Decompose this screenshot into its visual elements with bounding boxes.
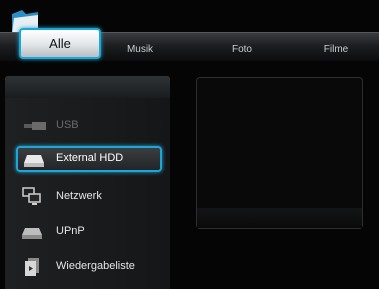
source-item-upnp[interactable]: UPnP [16, 219, 162, 245]
tab-musik[interactable]: Musik [114, 40, 166, 60]
source-item-label: Netzwerk [56, 190, 102, 202]
source-item-label: External HDD [56, 152, 124, 164]
source-list-header [5, 76, 170, 98]
source-item-label: Wiedergabeliste [56, 260, 135, 272]
preview-panel [196, 77, 363, 229]
source-item-wiedergabeliste[interactable]: Wiedergabeliste [16, 254, 162, 280]
usb-icon [24, 122, 46, 130]
source-item-usb[interactable]: USB [16, 113, 162, 139]
source-item-netzwerk[interactable]: Netzwerk [16, 184, 162, 210]
network-icon [22, 187, 41, 205]
preview-info-strip [197, 208, 362, 228]
media-browser-screen: Alle Musik Foto Filme USB External HDD N… [0, 0, 379, 289]
hdd-icon [24, 155, 44, 167]
source-item-label: UPnP [56, 225, 85, 237]
tab-label: Alle [49, 36, 71, 51]
tab-alle[interactable]: Alle [19, 28, 101, 59]
source-item-label: USB [56, 119, 79, 131]
source-item-external-hdd[interactable]: External HDD [16, 146, 162, 172]
upnp-drive-icon [22, 228, 42, 239]
tab-foto[interactable]: Foto [216, 40, 268, 60]
playlist-icon [25, 258, 39, 276]
tab-filme[interactable]: Filme [310, 40, 362, 60]
